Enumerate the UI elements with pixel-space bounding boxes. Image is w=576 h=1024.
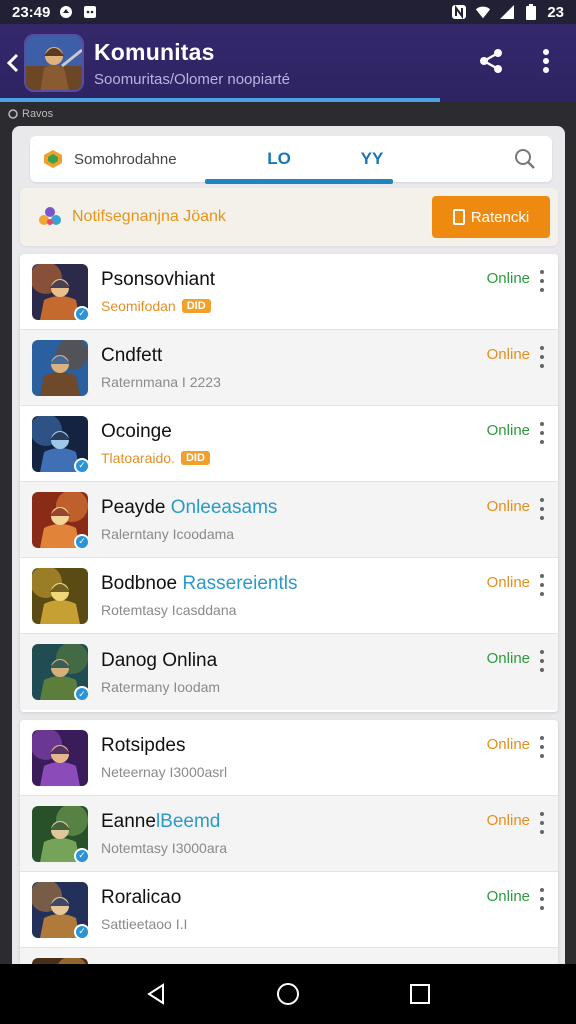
row-more-icon[interactable] bbox=[536, 574, 548, 596]
member-avatar: ✓ bbox=[32, 644, 88, 700]
row-more-icon[interactable] bbox=[536, 650, 548, 672]
chevron-left-icon bbox=[6, 53, 19, 73]
member-row[interactable]: Cndfett Raternmana I 2223 Online bbox=[20, 330, 558, 406]
more-vertical-icon bbox=[543, 48, 549, 73]
notification-action-button[interactable]: Ratencki bbox=[432, 196, 550, 238]
page-title: Komunitas bbox=[94, 38, 215, 65]
nav-recents-button[interactable] bbox=[400, 974, 440, 1014]
overflow-menu-button[interactable] bbox=[542, 48, 550, 78]
row-more-icon[interactable] bbox=[536, 736, 548, 758]
row-more-icon[interactable] bbox=[536, 812, 548, 834]
message-notification-icon bbox=[82, 4, 98, 20]
member-avatar bbox=[32, 729, 88, 786]
online-status: Online bbox=[486, 498, 530, 515]
member-list-secondary: Rotsipdes Neteernay I3000asrl Online ✓ Eanne… bbox=[20, 720, 558, 976]
square-recents-icon bbox=[410, 984, 430, 1004]
row-more-icon[interactable] bbox=[536, 422, 548, 444]
app-bar: Komunitas Soomuritas/Olomer noopiarté bbox=[0, 24, 576, 102]
search-label: Somohrodahne bbox=[74, 150, 177, 168]
member-avatar: ✓ bbox=[32, 805, 88, 862]
member-subtitle: Raternmana I 2223 bbox=[101, 374, 221, 390]
verified-badge-icon: ✓ bbox=[74, 305, 88, 320]
member-subtitle: Ralerntany Icoodama bbox=[101, 526, 235, 542]
online-status: Online bbox=[486, 346, 530, 363]
member-avatar: ✓ bbox=[32, 881, 88, 938]
row-more-icon[interactable] bbox=[536, 498, 548, 520]
circle-home-icon bbox=[277, 983, 299, 1005]
community-avatar[interactable] bbox=[24, 34, 84, 92]
member-row[interactable]: Rotsipdes Neteernay I3000asrl Online bbox=[20, 720, 558, 796]
page-subtitle: Soomuritas/Olomer noopiarté bbox=[94, 70, 290, 88]
member-avatar: ✓ bbox=[32, 263, 88, 320]
member-avatar bbox=[32, 339, 88, 396]
circle-icon bbox=[8, 109, 18, 119]
nav-back-button[interactable] bbox=[136, 974, 176, 1014]
member-row[interactable]: ✓ Ocoinge Tlatoaraido. DID Online bbox=[20, 406, 558, 482]
row-more-icon[interactable] bbox=[536, 346, 548, 368]
notification-text: Notifsegnanjna Jöank bbox=[72, 208, 226, 225]
section-label: Ravos bbox=[8, 108, 53, 120]
triangle-back-icon bbox=[147, 983, 164, 1005]
member-avatar: ✓ bbox=[32, 415, 88, 472]
nav-home-button[interactable] bbox=[268, 974, 308, 1014]
clock: 23:49 bbox=[12, 3, 51, 21]
nfc-icon bbox=[451, 4, 467, 20]
verified-badge-icon: ✓ bbox=[74, 533, 88, 548]
share-icon bbox=[480, 48, 502, 73]
member-row[interactable]: ✓ Danog Onlina Ratermany Ioodam Online bbox=[20, 634, 558, 710]
online-status: Online bbox=[486, 736, 530, 753]
wifi-icon bbox=[475, 4, 491, 20]
member-row[interactable]: ✓ EannelBeemd Notemtasy I3000ara Online bbox=[20, 796, 558, 872]
member-subtitle: Seomifodan DID bbox=[101, 298, 558, 314]
document-icon bbox=[452, 209, 465, 225]
share-button[interactable] bbox=[478, 48, 504, 79]
member-row[interactable]: ✓ Roralicao Sattieetaoo I.I Online bbox=[20, 872, 558, 948]
notification-banner: Notifsegnanjna Jöank Ratencki bbox=[20, 188, 558, 246]
member-subtitle: Ratermany Ioodam bbox=[101, 678, 221, 695]
status-bar: 23:49 23 bbox=[0, 0, 576, 24]
verified-badge-icon: ✓ bbox=[74, 847, 88, 862]
member-row[interactable]: ✓ Psonsovhiant Seomifodan DID Online bbox=[20, 254, 558, 330]
community-card: Somohrodahne LO YY Notifsegnanjna Jöank … bbox=[12, 126, 565, 976]
member-avatar bbox=[32, 567, 88, 624]
member-subtitle: Neteernay I3000asrl bbox=[101, 764, 228, 780]
active-tab-indicator bbox=[205, 179, 393, 184]
verified-badge-icon: ✓ bbox=[74, 923, 88, 938]
online-status: Online bbox=[486, 270, 530, 287]
member-list-primary: ✓ Psonsovhiant Seomifodan DID Online Cndfett R… bbox=[20, 254, 558, 712]
search-brand-icon bbox=[42, 148, 64, 170]
search-bar[interactable]: Somohrodahne LO YY bbox=[30, 136, 552, 184]
member-badge: DID bbox=[181, 299, 211, 313]
row-more-icon[interactable] bbox=[536, 270, 548, 292]
online-status: Online bbox=[486, 888, 530, 905]
signal-icon bbox=[499, 4, 515, 20]
row-more-icon[interactable] bbox=[536, 888, 548, 910]
notification-icon bbox=[36, 203, 64, 231]
battery-level: 23 bbox=[547, 3, 564, 21]
loading-progress-bar bbox=[0, 98, 440, 102]
member-subtitle: Sattieetaoo I.I bbox=[101, 916, 188, 932]
member-subtitle: Tlatoaraido. DID bbox=[101, 450, 558, 466]
search-icon[interactable] bbox=[514, 148, 536, 170]
online-status: Online bbox=[486, 422, 530, 439]
tab-lo[interactable]: LO bbox=[234, 136, 324, 182]
system-navigation-bar bbox=[0, 964, 576, 1024]
member-row[interactable]: ✓ Peayde Onleeasams Ralerntany Icoodama Onl… bbox=[20, 482, 558, 558]
battery-icon bbox=[523, 4, 539, 20]
verified-badge-icon: ✓ bbox=[74, 686, 88, 700]
member-subtitle: Notemtasy I3000ara bbox=[101, 840, 228, 856]
online-status: Online bbox=[486, 650, 530, 667]
online-status: Online bbox=[486, 812, 530, 829]
member-badge: DID bbox=[180, 451, 210, 465]
member-avatar: ✓ bbox=[32, 491, 88, 548]
online-status: Online bbox=[486, 574, 530, 591]
back-button[interactable] bbox=[2, 43, 24, 83]
app-notification-icon bbox=[58, 4, 74, 20]
member-row[interactable]: Bodbnoe Rassereientls Rotemtasy Icasddana… bbox=[20, 558, 558, 634]
member-subtitle: Rotemtasy Icasddana bbox=[101, 602, 237, 618]
verified-badge-icon: ✓ bbox=[74, 457, 88, 472]
tab-yy[interactable]: YY bbox=[324, 136, 420, 182]
